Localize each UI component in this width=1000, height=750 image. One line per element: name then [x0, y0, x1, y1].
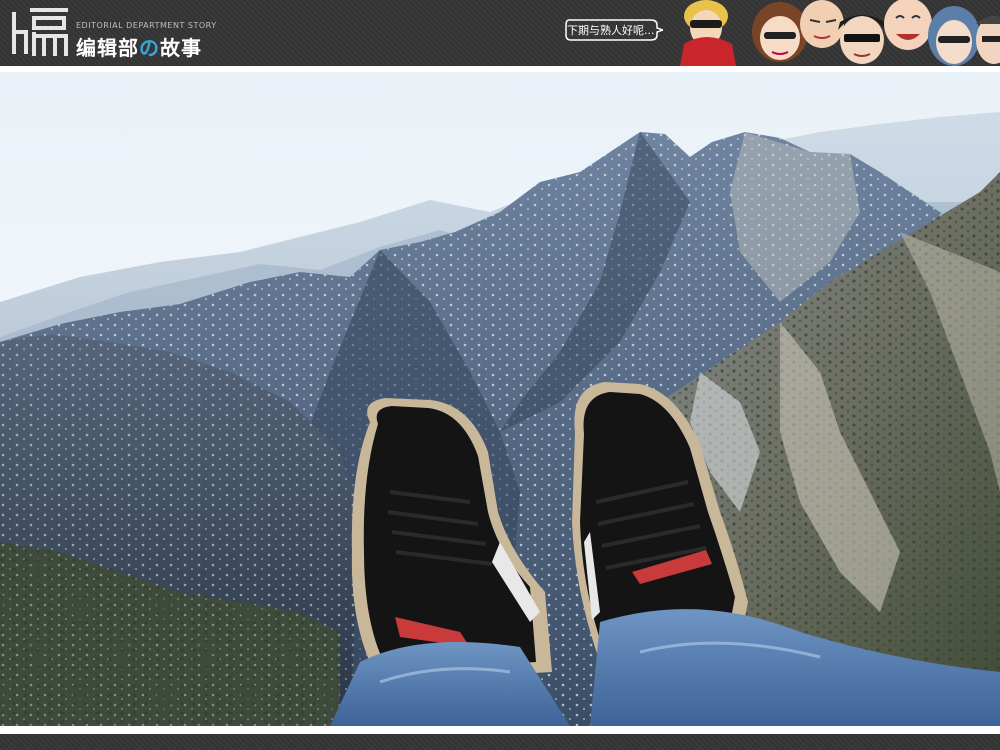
speech-bubble-text: 下期与熟人好呢...	[567, 24, 655, 37]
character-7-icon	[976, 16, 1000, 64]
character-3-icon	[800, 0, 844, 48]
character-4-icon	[838, 15, 886, 64]
cartoon-characters-icon	[680, 0, 1000, 66]
site-title-part1: 编辑部	[76, 36, 139, 60]
site-title[interactable]: 编辑部の故事	[76, 32, 202, 61]
site-tagline: EDITORIAL DEPARTMENT STORY	[76, 21, 217, 30]
character-6-icon	[928, 6, 980, 66]
character-2-icon	[752, 2, 808, 62]
site-title-part2: 故事	[160, 36, 202, 60]
site-title-accent: の	[139, 36, 160, 60]
logo-icon[interactable]	[10, 6, 70, 58]
mountain-photo	[0, 72, 1000, 726]
site-header: EDITORIAL DEPARTMENT STORY 编辑部の故事 下期与熟人好…	[0, 0, 1000, 66]
character-5-icon	[884, 0, 932, 50]
site-footer	[0, 734, 1000, 750]
character-1-icon	[680, 0, 736, 66]
photo-scene	[0, 72, 1000, 726]
